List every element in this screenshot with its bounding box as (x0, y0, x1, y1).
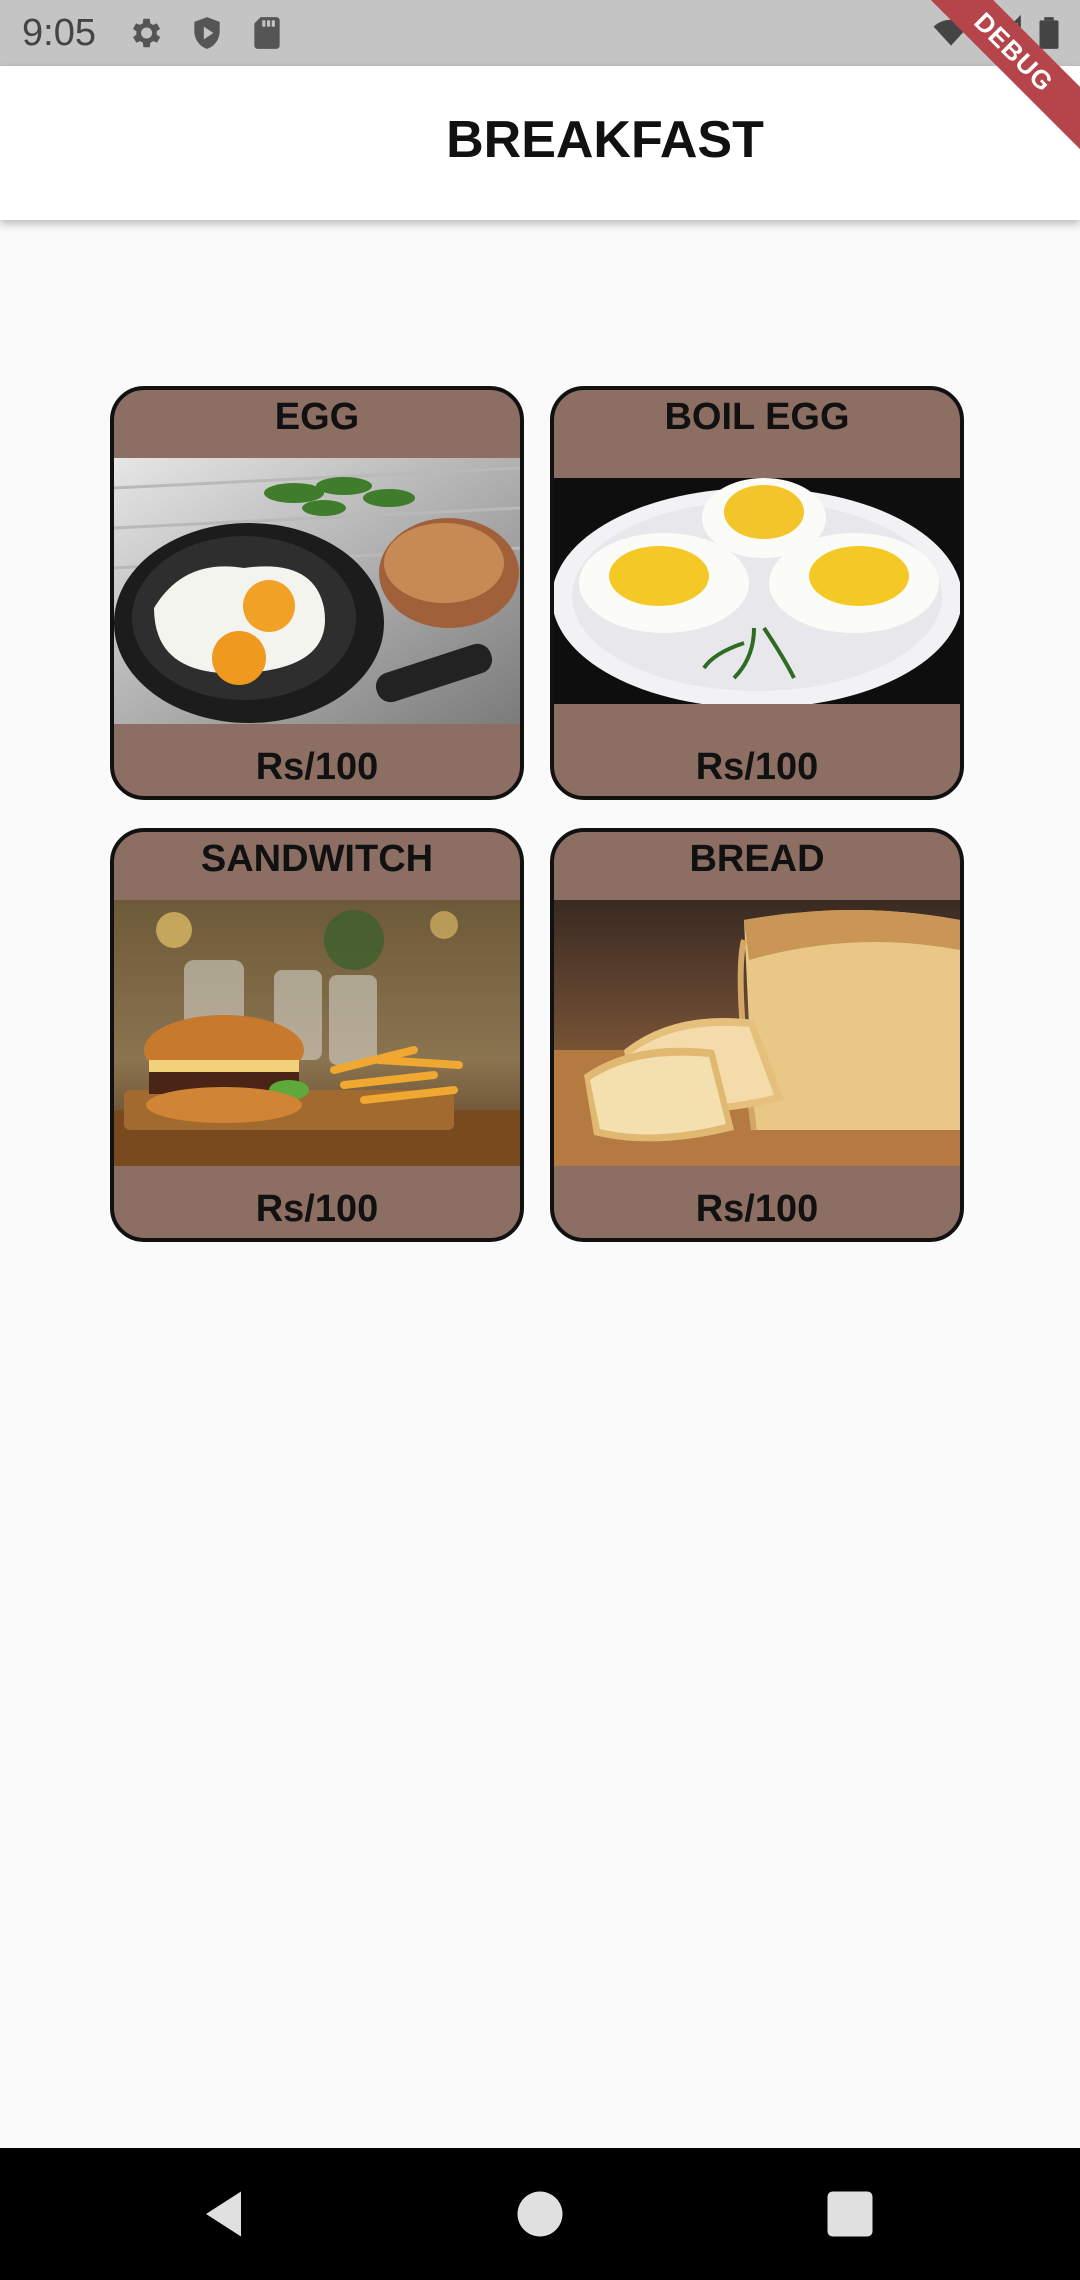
home-icon[interactable] (510, 2184, 570, 2244)
app-bar: BREAKFAST (0, 66, 1080, 220)
card-image-burger (114, 900, 520, 1166)
card-image-boiled-eggs (554, 478, 960, 704)
back-icon[interactable] (196, 2184, 256, 2244)
menu-card-egg[interactable]: EGG Rs/100 (110, 386, 524, 800)
card-title: BOIL EGG (664, 396, 850, 438)
card-price: Rs/100 (695, 1188, 819, 1230)
navigation-bar (0, 2148, 1080, 2280)
card-price: Rs/100 (255, 1188, 379, 1230)
card-title: SANDWITCH (200, 838, 434, 880)
card-title: BREAD (689, 838, 825, 880)
card-image-bread (554, 900, 960, 1166)
shield-icon (194, 17, 220, 49)
menu-card-boil-egg[interactable]: BOIL EGG Rs/100 (550, 386, 964, 800)
card-title: EGG (274, 396, 360, 438)
menu-card-bread[interactable]: BREAD Rs/100 (550, 828, 964, 1242)
menu-grid: EGG Rs/100 BOIL EGG Rs/100 SANDWITCH Rs/… (110, 386, 964, 1242)
menu-card-sandwitch[interactable]: SANDWITCH Rs/100 (110, 828, 524, 1242)
status-time: 9:05 (22, 12, 96, 54)
card-image-fried-egg (114, 458, 520, 724)
settings-icon (132, 18, 161, 48)
recents-icon[interactable] (820, 2184, 880, 2244)
screen: 9:05 DEBUG BREAKFAST EGG Rs/100 BOIL EGG… (0, 0, 1080, 2280)
page-title: BREAKFAST (446, 111, 764, 169)
card-price: Rs/100 (255, 746, 379, 788)
card-price: Rs/100 (695, 746, 819, 788)
status-bar: 9:05 DEBUG (0, 0, 1080, 160)
sd-card-icon (254, 17, 280, 49)
